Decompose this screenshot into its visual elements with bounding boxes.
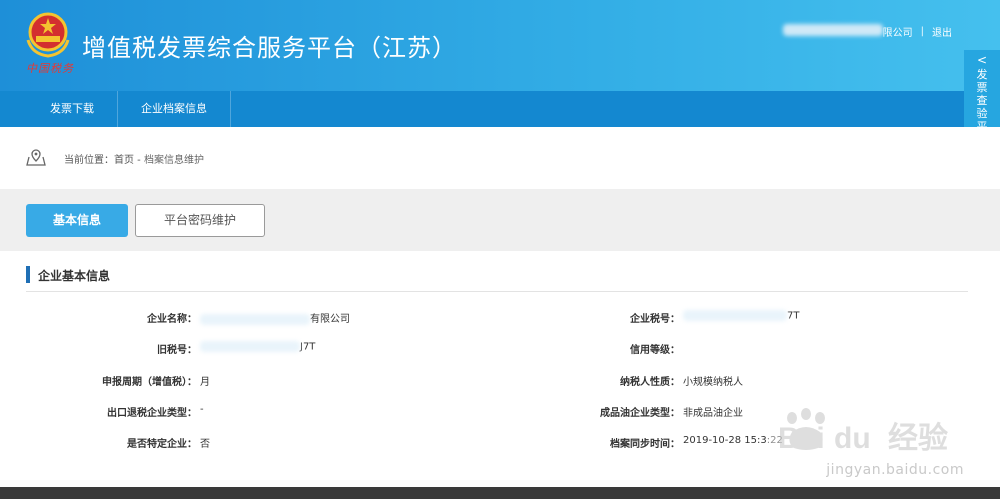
svg-text:du: du <box>834 422 871 455</box>
label-tax-no: 企业税号： <box>630 314 680 325</box>
emblem-caption: 中国税务 <box>26 62 74 75</box>
section-accent-bar <box>26 266 30 283</box>
section-divider <box>26 291 968 292</box>
value-old-tax-no: J7T <box>200 341 315 353</box>
breadcrumb: 当前位置：首页 - 档案信息维护 <box>64 155 204 166</box>
label-old-tax-no: 旧税号： <box>157 345 197 356</box>
label-export-type: 出口退税企业类型： <box>107 408 197 419</box>
chevron-left-icon: < <box>976 53 988 67</box>
value-declare-period: 月 <box>200 377 210 388</box>
label-taxpayer-type: 纳税人性质： <box>620 377 680 388</box>
nav-item-invoice-download[interactable]: 发票下载 <box>27 91 117 127</box>
tab-password-maintenance[interactable]: 平台密码维护 <box>135 204 265 237</box>
footer-bar <box>0 487 1000 499</box>
user-area: 限公司 | 退出 <box>782 24 952 39</box>
value-sync-time: 2019-10-28 15:3:22 <box>683 435 783 446</box>
value-special-enterprise: 否 <box>200 439 210 450</box>
main-nav: 发票下载 企业档案信息 <box>0 91 1000 127</box>
company-name-display: 限公司 <box>782 24 913 39</box>
value-taxpayer-type: 小规模纳税人 <box>683 377 743 388</box>
label-special-enterprise: 是否特定企业： <box>127 439 197 450</box>
redacted-block <box>782 24 883 36</box>
label-credit-level: 信用等级： <box>630 345 680 356</box>
label-sync-time: 档案同步时间： <box>610 439 680 450</box>
svg-text:经验: 经验 <box>888 421 948 456</box>
breadcrumb-current: 档案信息维护 <box>143 155 204 166</box>
value-oil-type: 非成品油企业 <box>683 408 743 419</box>
value-export-type: - <box>200 404 204 415</box>
location-map-icon <box>26 149 46 166</box>
section-title: 企业基本信息 <box>38 269 111 283</box>
logout-link[interactable]: 退出 <box>932 24 952 39</box>
label-declare-period: 申报周期（增值税）： <box>102 377 197 388</box>
watermark-url: jingyan.baidu.com <box>826 462 964 478</box>
separator: | <box>920 26 924 37</box>
label-oil-type: 成品油企业类型： <box>600 408 680 419</box>
redacted-block <box>200 313 310 325</box>
svg-text:Bai: Bai <box>778 422 825 455</box>
value-company-name: 有限公司 <box>200 310 350 325</box>
breadcrumb-home[interactable]: 首页 <box>114 155 134 166</box>
redacted-block <box>683 310 787 321</box>
value-tax-no: 7T <box>683 310 799 322</box>
label-company-name: 企业名称： <box>147 314 197 325</box>
tab-basic-info[interactable]: 基本信息 <box>26 204 128 237</box>
tax-emblem-icon <box>26 12 70 58</box>
nav-item-enterprise-archive[interactable]: 企业档案信息 <box>117 91 231 127</box>
site-title: 增值税发票综合服务平台（江苏） <box>82 34 457 62</box>
redacted-block <box>200 341 300 352</box>
